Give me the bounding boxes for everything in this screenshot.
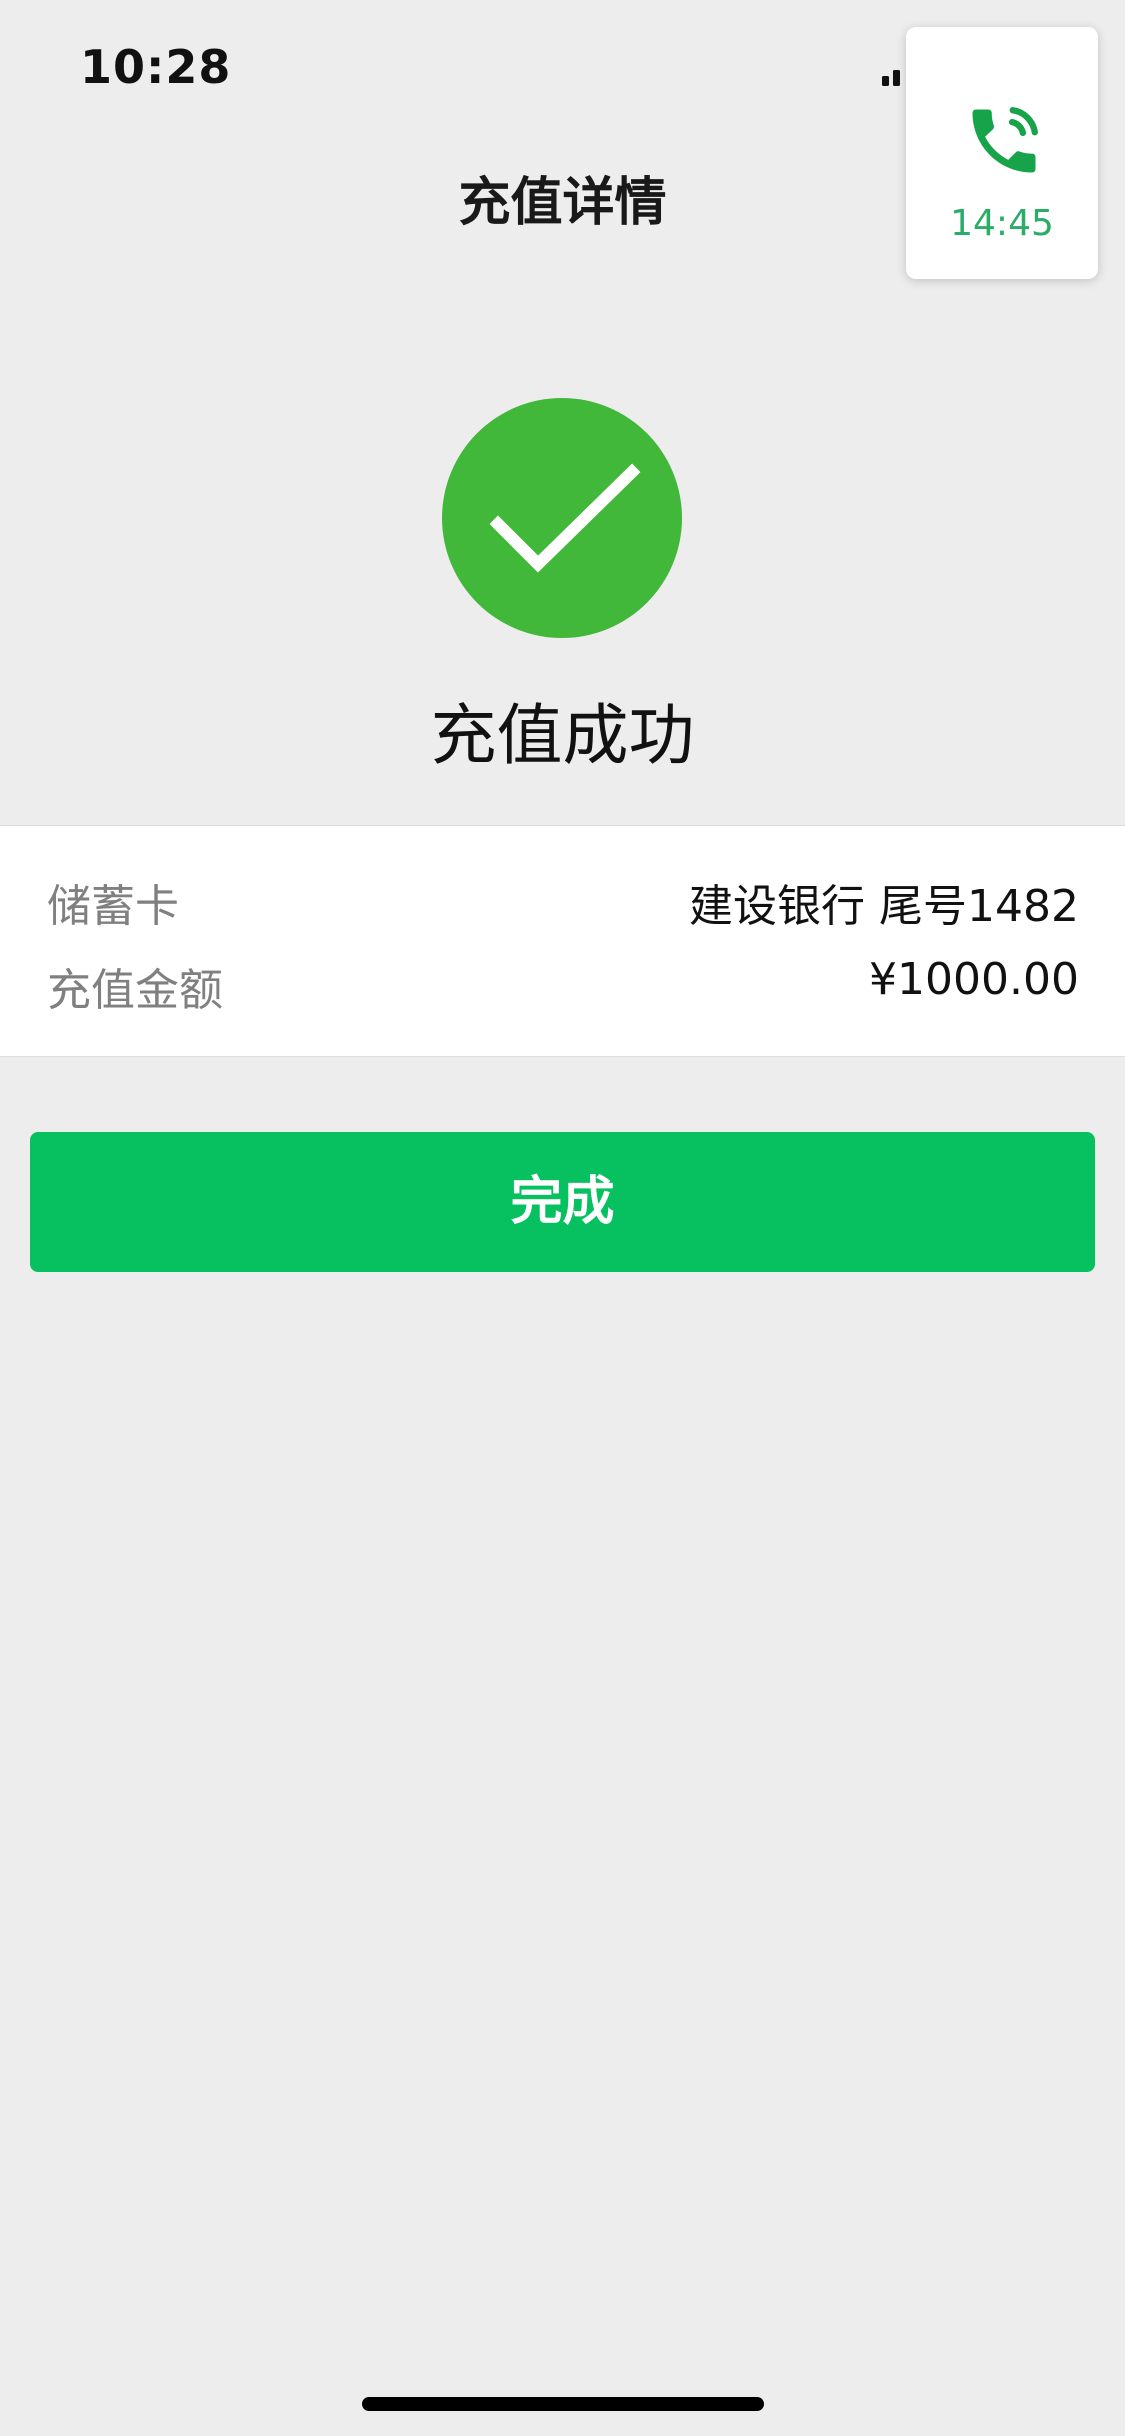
detail-label: 充值金额 [47,965,223,1016]
result-title: 充值成功 [430,697,695,774]
detail-card: 储蓄卡 建设银行 尾号1482 充值金额 ¥1000.00 [0,825,1125,1057]
detail-value: 建设银行 尾号1482 [689,881,1079,932]
phone-icon [972,107,1038,173]
status-time: 10:28 [80,40,232,94]
signal-icon [882,70,900,86]
check-circle-icon [442,398,682,638]
detail-row-card: 储蓄卡 建设银行 尾号1482 [47,870,1079,932]
detail-value: ¥1000.00 [869,954,1079,1005]
detail-label: 储蓄卡 [47,881,179,932]
call-duration: 14:45 [950,203,1054,244]
recharge-detail-screen: 10:28 充值详情 14:45 充值成功 储蓄卡 建设银行 尾号1482 充值… [0,0,1125,2436]
detail-row-amount: 充值金额 ¥1000.00 [47,954,1079,1016]
home-indicator[interactable] [362,2397,764,2411]
floating-call-window[interactable]: 14:45 [906,27,1098,279]
done-button[interactable]: 完成 [30,1132,1095,1272]
